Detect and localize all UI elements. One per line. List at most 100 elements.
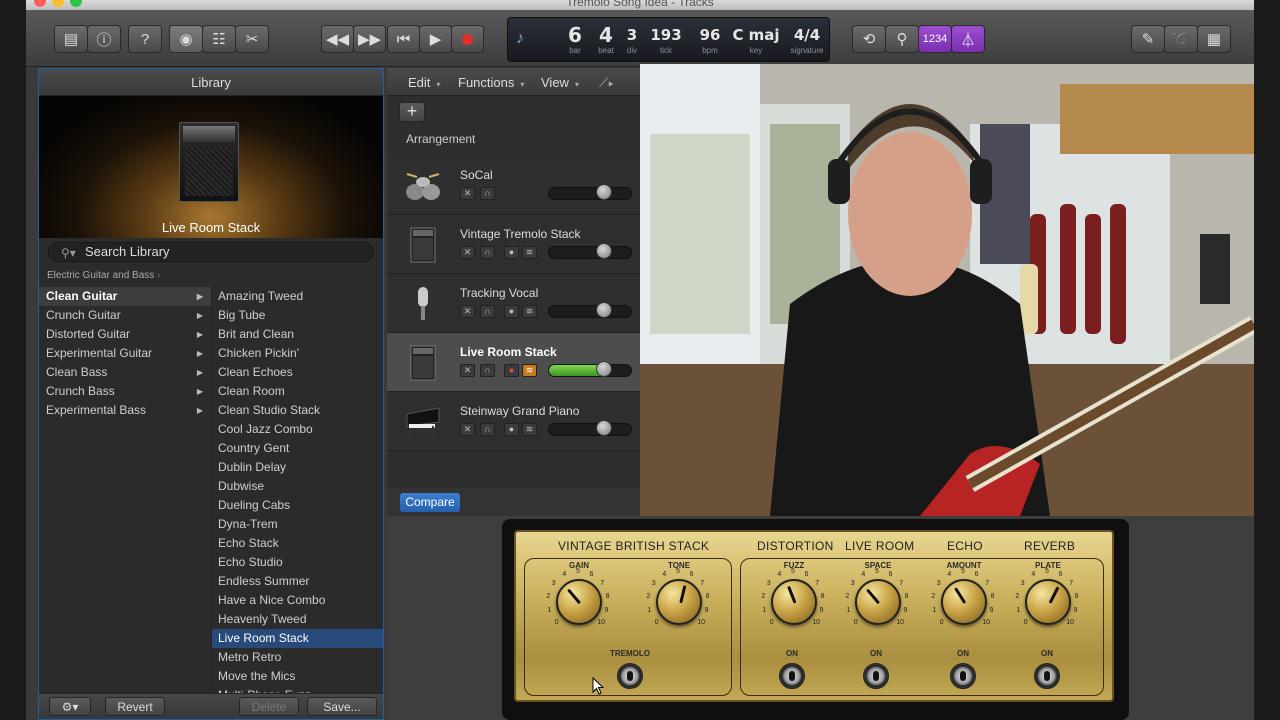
- library-button[interactable]: ▤: [54, 25, 88, 53]
- play-button[interactable]: ▶: [419, 25, 452, 53]
- volume-slider[interactable]: [548, 305, 632, 318]
- lcd-signature[interactable]: 4/4: [786, 24, 828, 46]
- record-enable-button[interactable]: ●: [504, 246, 519, 259]
- input-monitor-button[interactable]: ≋: [522, 423, 537, 436]
- record-button[interactable]: [451, 25, 484, 53]
- volume-knob[interactable]: [595, 302, 612, 318]
- patch-item[interactable]: Live Room Stack: [212, 629, 383, 648]
- knob-fuzz[interactable]: [771, 579, 817, 625]
- go-to-start-button[interactable]: ⏮: [387, 25, 420, 53]
- lcd-tempo[interactable]: 96: [693, 24, 727, 46]
- lcd-display[interactable]: ♪ 6 bar 4 beat 3 div 193 tick 96 bpm C maj key…: [507, 17, 830, 62]
- volume-slider[interactable]: [548, 187, 632, 200]
- compare-button[interactable]: Compare: [400, 493, 460, 512]
- knob-gain[interactable]: [556, 579, 602, 625]
- mute-button[interactable]: ✕: [460, 423, 475, 436]
- volume-slider[interactable]: [548, 364, 632, 377]
- mute-button[interactable]: ✕: [460, 364, 475, 377]
- category-item[interactable]: Experimental Bass ▶: [39, 401, 211, 420]
- patch-item[interactable]: Country Gent: [212, 439, 383, 458]
- volume-slider[interactable]: [548, 423, 632, 436]
- library-search-input[interactable]: ⚲▾ Search Library: [48, 242, 374, 262]
- track-header[interactable]: Steinway Grand Piano ✕ ∩ ● ≋: [387, 392, 640, 451]
- functions-menu[interactable]: Functions ▾: [458, 75, 524, 90]
- knob-amount[interactable]: [941, 579, 987, 625]
- mute-button[interactable]: ✕: [460, 305, 475, 318]
- automation-button[interactable]: ⟋▸: [599, 75, 614, 91]
- category-item[interactable]: Clean Bass ▶: [39, 363, 211, 382]
- library-actions-button[interactable]: ⚙▾: [49, 697, 91, 716]
- smart-controls-button[interactable]: ◉: [169, 25, 203, 53]
- patch-item[interactable]: Amazing Tweed: [212, 287, 383, 306]
- patch-item[interactable]: Cool Jazz Combo: [212, 420, 383, 439]
- headphones-button[interactable]: ∩: [480, 305, 495, 318]
- patch-item[interactable]: Echo Stack: [212, 534, 383, 553]
- live-room-switch[interactable]: [863, 663, 889, 689]
- track-header[interactable]: Live Room Stack ✕ ∩ ● ≋: [387, 333, 640, 392]
- input-monitor-button[interactable]: ≋: [522, 305, 537, 318]
- track-header[interactable]: Tracking Vocal ✕ ∩ ● ≋: [387, 274, 640, 333]
- count-in-button[interactable]: 1234: [918, 25, 952, 53]
- distortion-switch[interactable]: [779, 663, 805, 689]
- patch-item[interactable]: Clean Studio Stack: [212, 401, 383, 420]
- info-button[interactable]: ⓘ: [87, 25, 121, 53]
- cycle-button[interactable]: ⟲: [852, 25, 886, 53]
- knob-space[interactable]: [855, 579, 901, 625]
- category-item[interactable]: Crunch Guitar ▶: [39, 306, 211, 325]
- record-enable-button[interactable]: ●: [504, 305, 519, 318]
- patch-item[interactable]: Move the Mics: [212, 667, 383, 686]
- volume-knob[interactable]: [595, 420, 612, 436]
- mute-button[interactable]: ✕: [460, 246, 475, 259]
- volume-slider[interactable]: [548, 246, 632, 259]
- save-button[interactable]: Save...: [307, 697, 377, 716]
- volume-knob[interactable]: [595, 361, 612, 377]
- add-track-button[interactable]: +: [399, 102, 425, 122]
- media-browser-button[interactable]: ▦: [1197, 25, 1231, 53]
- echo-switch[interactable]: [950, 663, 976, 689]
- tuner-button[interactable]: ⚲: [885, 25, 919, 53]
- metronome-button[interactable]: ⏃: [951, 25, 985, 53]
- patch-item[interactable]: Clean Room: [212, 382, 383, 401]
- patch-item[interactable]: Dublin Delay: [212, 458, 383, 477]
- help-button[interactable]: ?: [128, 25, 162, 53]
- patch-item[interactable]: Brit and Clean: [212, 325, 383, 344]
- patch-item[interactable]: Dueling Cabs: [212, 496, 383, 515]
- revert-button[interactable]: Revert: [105, 697, 165, 716]
- volume-knob[interactable]: [595, 243, 612, 259]
- patch-item[interactable]: Heavenly Tweed: [212, 610, 383, 629]
- view-menu[interactable]: View ▾: [541, 75, 579, 90]
- notepad-button[interactable]: ✎: [1131, 25, 1165, 53]
- fast-forward-button[interactable]: ▶▶: [353, 25, 386, 53]
- record-enable-button[interactable]: ●: [504, 423, 519, 436]
- patch-item[interactable]: Chicken Pickin': [212, 344, 383, 363]
- category-item[interactable]: Clean Guitar ▶: [39, 287, 211, 306]
- category-item[interactable]: Distorted Guitar ▶: [39, 325, 211, 344]
- track-header[interactable]: SoCal ✕ ∩: [387, 156, 640, 215]
- mixer-button[interactable]: ☷: [202, 25, 236, 53]
- patch-item[interactable]: Endless Summer: [212, 572, 383, 591]
- headphones-button[interactable]: ∩: [480, 246, 495, 259]
- library-breadcrumb[interactable]: Electric Guitar and Bass ›: [47, 270, 160, 281]
- volume-knob[interactable]: [595, 184, 612, 200]
- category-item[interactable]: Experimental Guitar ▶: [39, 344, 211, 363]
- mute-button[interactable]: ✕: [460, 187, 475, 200]
- input-monitor-button[interactable]: ≋: [522, 364, 537, 377]
- headphones-button[interactable]: ∩: [480, 364, 495, 377]
- headphones-button[interactable]: ∩: [480, 423, 495, 436]
- input-monitor-button[interactable]: ≋: [522, 246, 537, 259]
- category-item[interactable]: Crunch Bass ▶: [39, 382, 211, 401]
- loop-browser-button[interactable]: ➰: [1164, 25, 1198, 53]
- patch-item[interactable]: Have a Nice Combo: [212, 591, 383, 610]
- knob-tone[interactable]: [656, 579, 702, 625]
- track-header[interactable]: Vintage Tremolo Stack ✕ ∩ ● ≋: [387, 215, 640, 274]
- edit-menu[interactable]: Edit ▾: [408, 75, 440, 90]
- editors-button[interactable]: ✂: [235, 25, 269, 53]
- tremolo-switch[interactable]: [617, 663, 643, 689]
- knob-plate[interactable]: [1025, 579, 1071, 625]
- patch-item[interactable]: Dyna-Trem: [212, 515, 383, 534]
- record-enable-button[interactable]: ●: [504, 364, 519, 377]
- rewind-button[interactable]: ◀◀: [321, 25, 354, 53]
- patch-item[interactable]: Echo Studio: [212, 553, 383, 572]
- patch-item[interactable]: Clean Echoes: [212, 363, 383, 382]
- patch-item[interactable]: Dubwise: [212, 477, 383, 496]
